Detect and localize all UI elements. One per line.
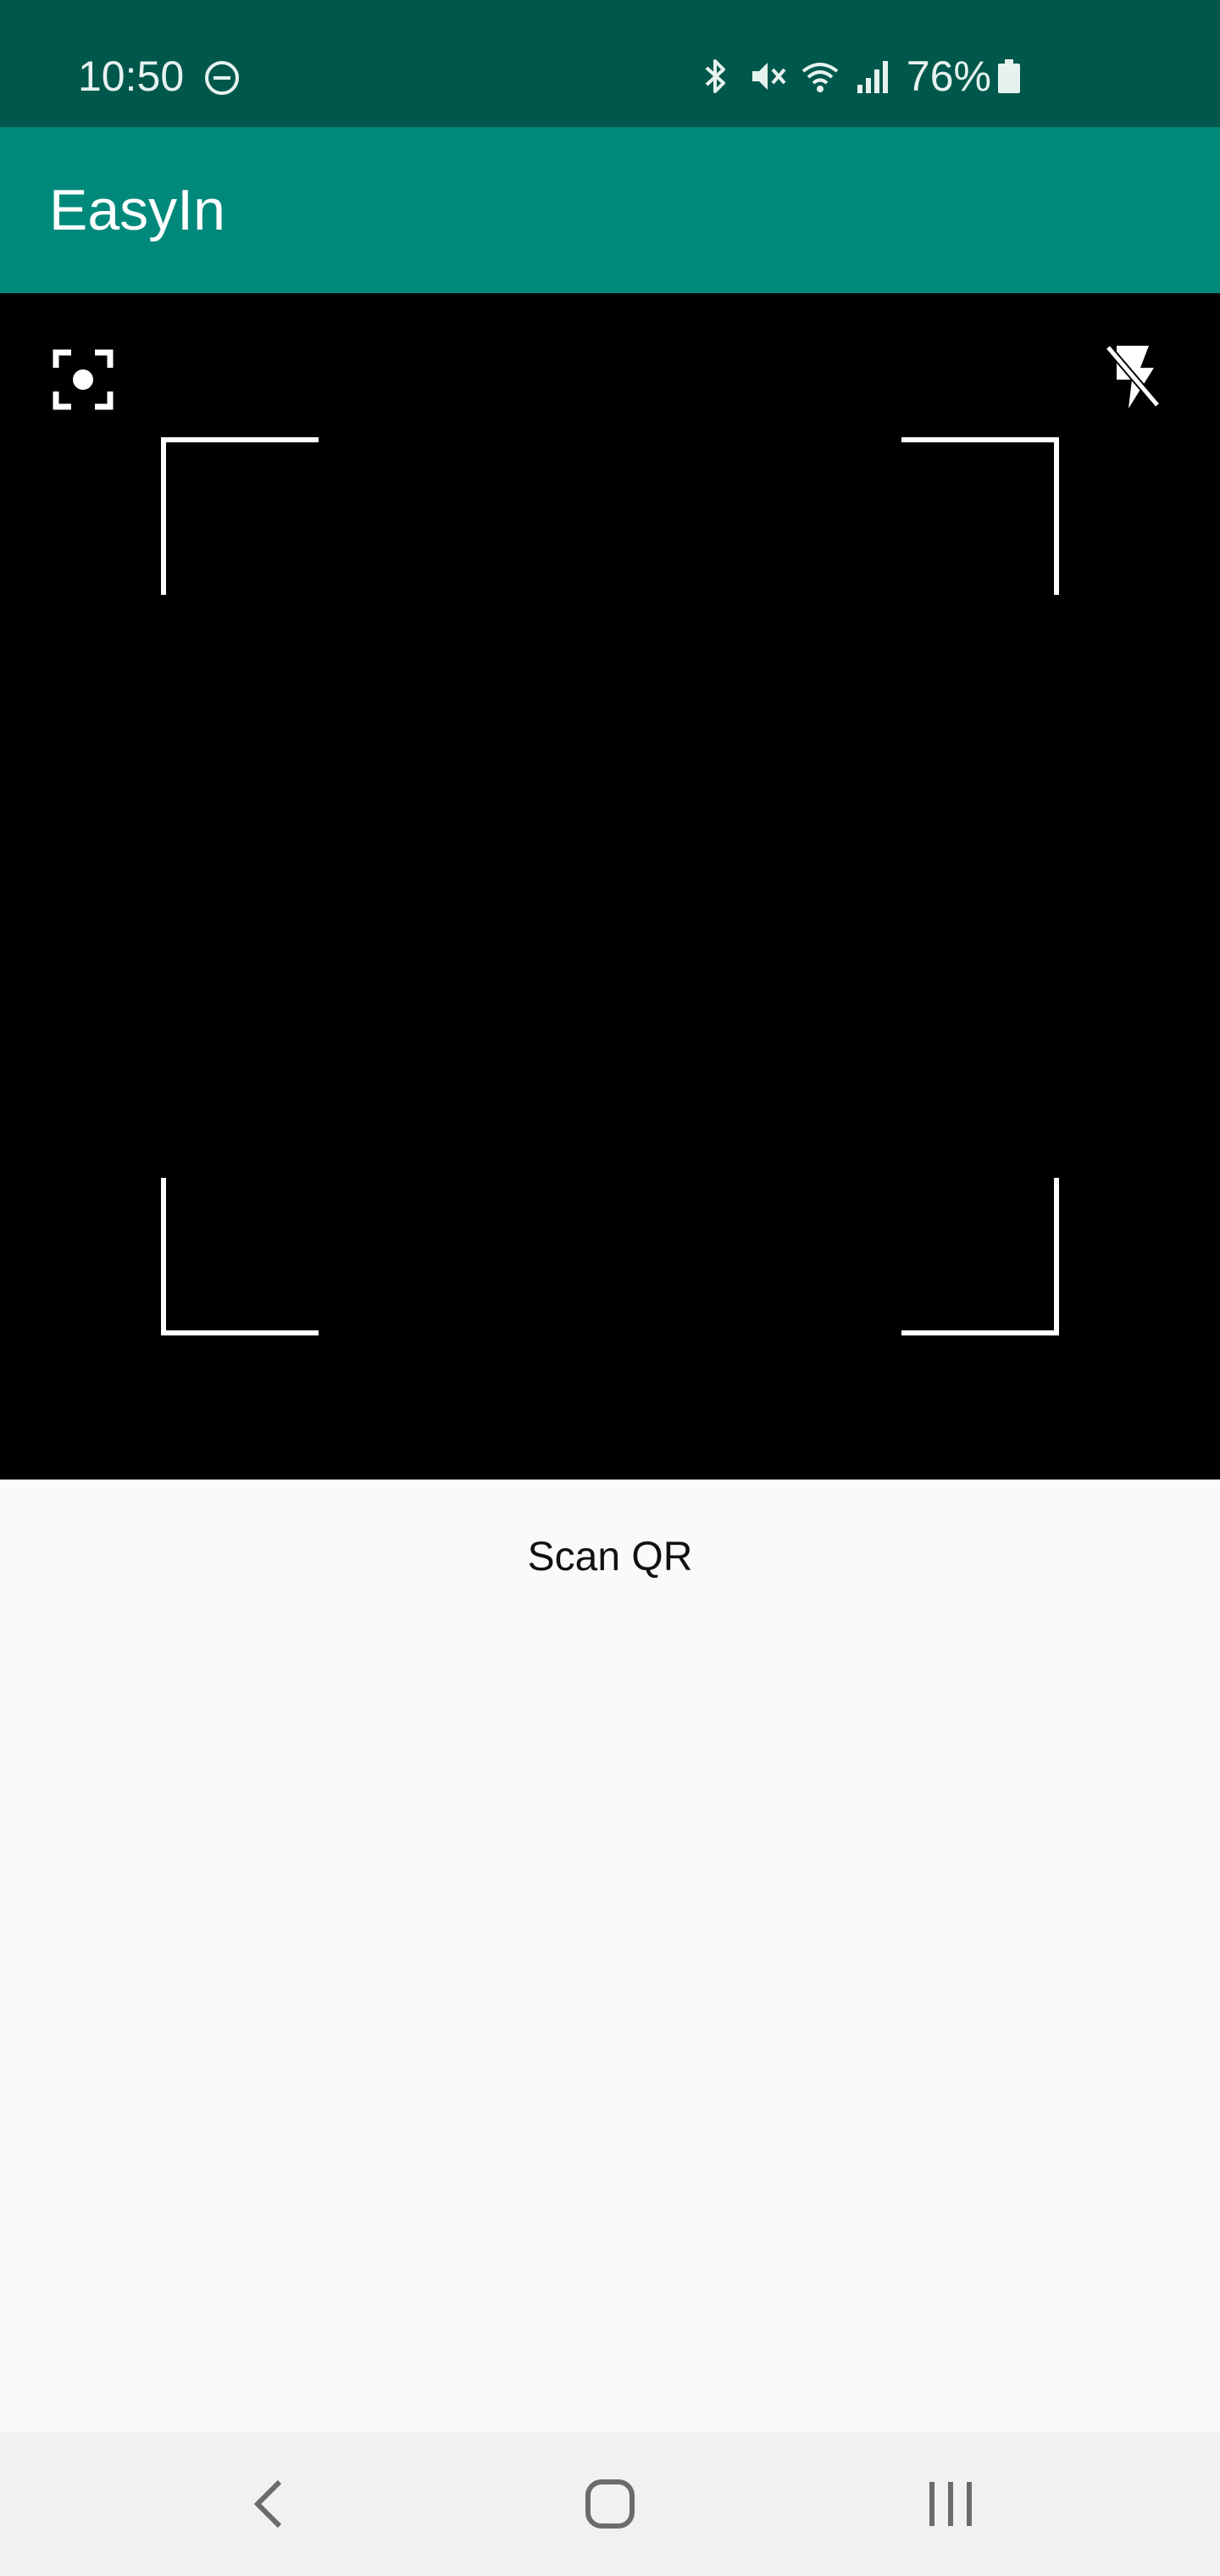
camera-preview[interactable] (0, 293, 1220, 1480)
back-icon[interactable] (237, 2470, 305, 2538)
signal-icon (857, 61, 888, 93)
scan-frame-corner-bottom-left (161, 1178, 319, 1335)
scan-frame-corner-top-right (901, 437, 1059, 595)
recents-icon[interactable] (917, 2470, 984, 2538)
status-icons: 76% (683, 51, 1020, 102)
bluetooth-icon (705, 59, 725, 93)
wifi-icon (801, 63, 839, 92)
battery-percentage: 76% (906, 53, 991, 100)
battery-icon (998, 59, 1020, 93)
do-not-disturb-icon (205, 61, 239, 95)
status-bar: 10:50 76% (0, 0, 1220, 127)
scan-frame-corner-bottom-right (901, 1178, 1059, 1335)
flash-off-icon[interactable] (1103, 342, 1164, 410)
status-time: 10:50 (78, 53, 185, 100)
scan-frame (161, 437, 1059, 1335)
home-icon[interactable] (576, 2470, 644, 2538)
app-title: EasyIn (49, 178, 225, 242)
focus-icon[interactable] (53, 349, 114, 410)
scan-frame-corner-top-left (161, 437, 319, 595)
mute-icon (751, 63, 786, 90)
app-bar: EasyIn (0, 127, 1220, 293)
scan-qr-label: Scan QR (527, 1535, 693, 1579)
navigation-bar (0, 2432, 1220, 2576)
